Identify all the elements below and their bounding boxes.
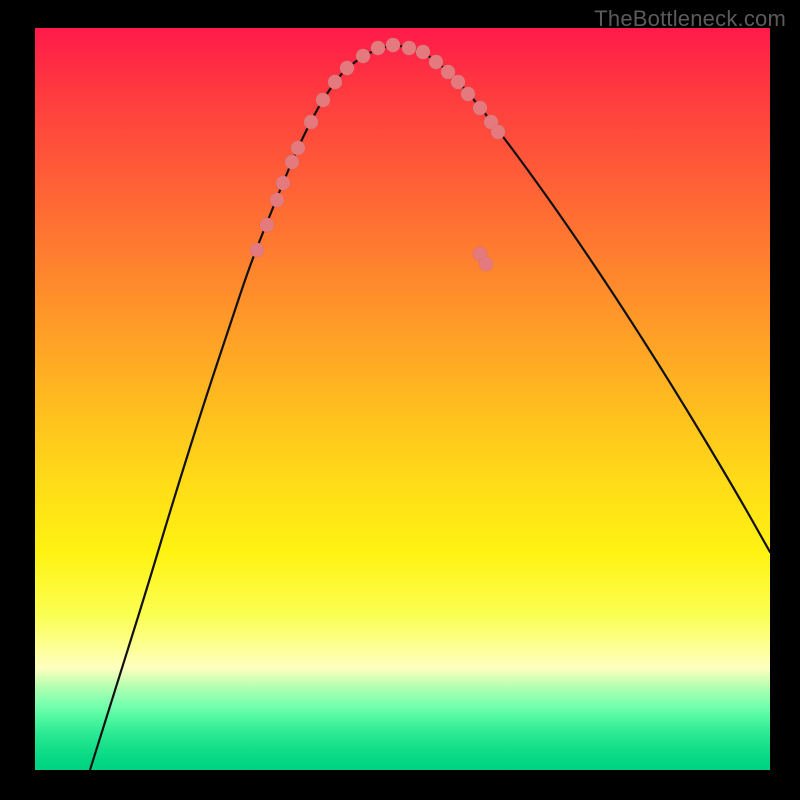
data-dot <box>340 61 354 75</box>
plot-area <box>35 28 770 770</box>
data-dot <box>304 115 318 129</box>
data-dots <box>250 38 505 271</box>
data-dot <box>386 38 400 52</box>
data-dot <box>276 176 290 190</box>
chart-frame: TheBottleneck.com <box>0 0 800 800</box>
data-dot <box>250 243 264 257</box>
data-dot <box>291 141 305 155</box>
watermark-text: TheBottleneck.com <box>594 6 786 32</box>
data-dot <box>473 101 487 115</box>
data-dot <box>316 93 330 107</box>
data-dot <box>491 125 505 139</box>
data-dot <box>270 193 284 207</box>
data-dot <box>451 75 465 89</box>
bottleneck-curve <box>90 46 770 770</box>
data-dot <box>461 87 475 101</box>
data-dot <box>416 45 430 59</box>
data-dot <box>371 41 385 55</box>
data-dot <box>328 75 342 89</box>
data-dot <box>260 218 274 232</box>
curve-layer <box>35 28 770 770</box>
data-dot <box>356 49 370 63</box>
data-dot <box>479 257 493 271</box>
data-dot <box>402 41 416 55</box>
data-dot <box>285 155 299 169</box>
data-dot <box>429 55 443 69</box>
